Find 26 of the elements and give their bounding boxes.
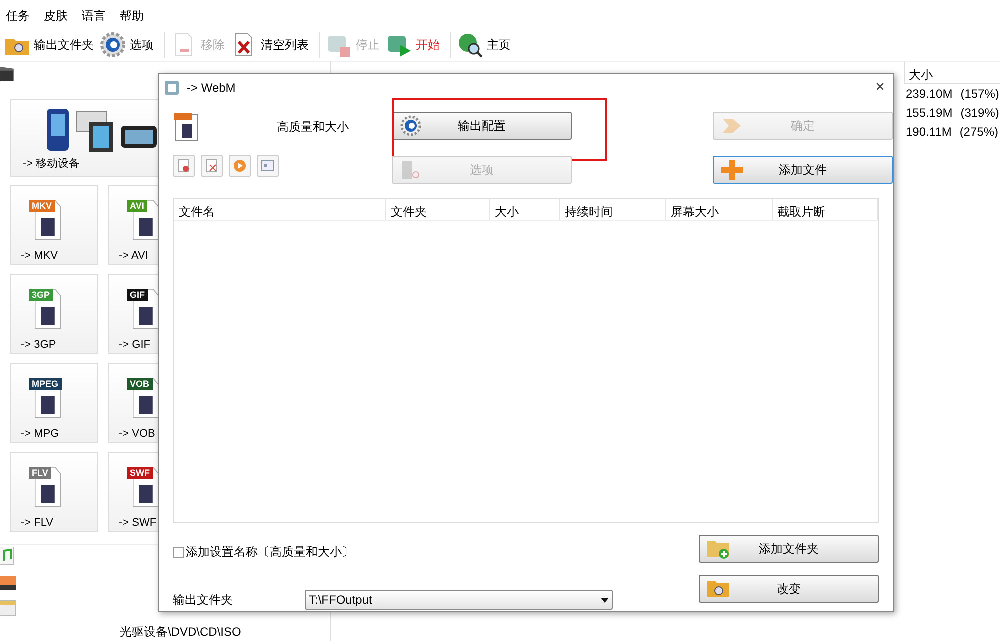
table-cell-text: (275%) [960, 124, 998, 141]
format-tag: 3GP [29, 289, 54, 301]
tile-label: -> VOB [119, 427, 156, 442]
format-tag: MPEG [29, 378, 62, 390]
table-cell-text: (157%) [960, 86, 1000, 103]
tile-label: -> MPG [21, 427, 60, 442]
tile-label: -> 移动设备 [23, 157, 80, 172]
field-label: 输出文件夹 [173, 592, 234, 609]
tile-label: -> 3GP [21, 338, 58, 353]
window-title: -> WebM [187, 80, 237, 97]
table-cell-text: 239.10M [906, 86, 953, 103]
tile-label: -> MKV [21, 249, 59, 264]
format-tag: AVI [127, 200, 148, 212]
table-cell-text: 190.11M [906, 124, 952, 141]
tile-label: -> SWF [119, 516, 158, 531]
format-tag: SWF [127, 467, 153, 479]
tile-label: -> AVI [119, 249, 150, 264]
profile-name: 高质量和大小 [277, 119, 349, 136]
table-cell-text: 155.19M [906, 105, 953, 122]
format-tag: VOB [127, 378, 153, 390]
format-tag: FLV [29, 467, 52, 479]
tile-label: -> FLV [21, 516, 55, 531]
format-tag: GIF [127, 289, 148, 301]
format-tag: MKV [29, 200, 55, 212]
tile-label: -> GIF [119, 338, 152, 353]
table-cell-text: (319%) [960, 105, 1000, 122]
